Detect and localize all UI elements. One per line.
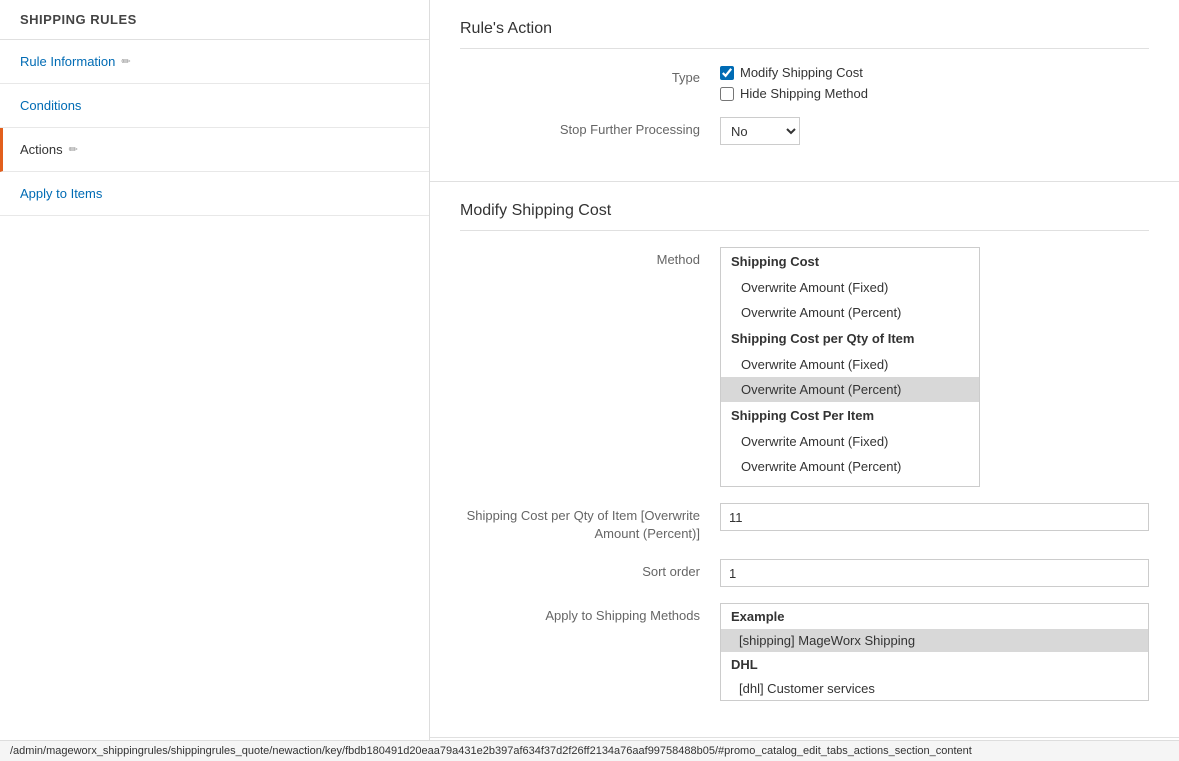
sort-order-label: Sort order — [460, 559, 720, 581]
type-label: Type — [460, 65, 720, 87]
group-shipping-cost-per-weight: Shipping Cost Per 1 Unit of Weight — [721, 479, 979, 487]
sidebar-item-conditions[interactable]: Conditions — [0, 84, 429, 128]
modify-shipping-cost-section: Modify Shipping Cost Method Shipping Cos… — [430, 182, 1179, 738]
hide-shipping-method-label: Hide Shipping Method — [740, 86, 868, 101]
stop-further-processing-select[interactable]: No Yes — [720, 117, 800, 145]
amount-field-label: Shipping Cost per Qty of Item [Overwrite… — [460, 503, 720, 543]
shipping-group-example: Example — [721, 604, 1148, 629]
sidebar-item-rule-information[interactable]: Rule Information ✏ — [0, 40, 429, 84]
method-label: Method — [460, 247, 720, 269]
sort-order-row: Sort order — [460, 559, 1149, 587]
apply-to-shipping-methods-row: Apply to Shipping Methods Example [shipp… — [460, 603, 1149, 701]
type-control: Modify Shipping Cost Hide Shipping Metho… — [720, 65, 1149, 101]
sidebar: Shipping Rules Rule Information ✏ Condit… — [0, 0, 430, 761]
sidebar-item-actions[interactable]: Actions ✏ — [0, 128, 429, 172]
sidebar-item-label: Apply to Items — [20, 186, 102, 201]
stop-further-processing-label: Stop Further Processing — [460, 117, 720, 139]
apply-to-shipping-methods-control: Example [shipping] MageWorx Shipping DHL… — [720, 603, 1149, 701]
status-bar-text: /admin/mageworx_shippingrules/shippingru… — [10, 745, 972, 757]
amount-field-control — [720, 503, 1149, 531]
stop-further-processing-control: No Yes — [720, 117, 1149, 145]
group-shipping-cost: Shipping Cost — [721, 248, 979, 275]
sidebar-item-apply-to-items[interactable]: Apply to Items — [0, 172, 429, 216]
listbox-item-selected[interactable]: Overwrite Amount (Percent) — [721, 377, 979, 402]
modify-shipping-cost-checkbox[interactable] — [720, 66, 734, 80]
stop-further-processing-select-wrapper: No Yes — [720, 117, 800, 145]
listbox-item[interactable]: Overwrite Amount (Fixed) — [721, 352, 979, 377]
shipping-group-dhl: DHL — [721, 652, 1148, 677]
rules-action-section: Rule's Action Type Modify Shipping Cost … — [430, 0, 1179, 182]
sidebar-item-label: Rule Information — [20, 54, 115, 69]
hide-shipping-method-row: Hide Shipping Method — [720, 86, 868, 101]
rules-action-title: Rule's Action — [460, 20, 1149, 49]
modify-shipping-cost-section-title: Modify Shipping Cost — [460, 202, 1149, 231]
listbox-item[interactable]: Overwrite Amount (Percent) — [721, 300, 979, 325]
method-listbox[interactable]: Shipping Cost Overwrite Amount (Fixed) O… — [720, 247, 980, 487]
listbox-item[interactable]: Overwrite Amount (Fixed) — [721, 275, 979, 300]
modify-shipping-cost-label: Modify Shipping Cost — [740, 65, 863, 80]
shipping-item[interactable]: [shipping] MageWorx Shipping — [721, 629, 1148, 652]
shipping-item[interactable]: [dhl] Customer services — [721, 677, 1148, 700]
shipping-methods-listbox[interactable]: Example [shipping] MageWorx Shipping DHL… — [720, 603, 1149, 701]
status-bar: /admin/mageworx_shippingrules/shippingru… — [0, 740, 1179, 761]
method-control: Shipping Cost Overwrite Amount (Fixed) O… — [720, 247, 1149, 487]
group-shipping-cost-per-qty: Shipping Cost per Qty of Item — [721, 325, 979, 352]
apply-to-shipping-methods-label: Apply to Shipping Methods — [460, 603, 720, 625]
edit-icon: ✏ — [121, 55, 130, 68]
group-shipping-cost-per-item: Shipping Cost Per Item — [721, 402, 979, 429]
listbox-item[interactable]: Overwrite Amount (Percent) — [721, 454, 979, 479]
modify-shipping-cost-row: Modify Shipping Cost — [720, 65, 863, 80]
sidebar-item-label: Conditions — [20, 98, 81, 113]
stop-further-processing-row: Stop Further Processing No Yes — [460, 117, 1149, 145]
edit-icon: ✏ — [69, 143, 78, 156]
sort-order-input[interactable] — [720, 559, 1149, 587]
amount-input[interactable] — [720, 503, 1149, 531]
sidebar-header: Shipping Rules — [0, 0, 429, 40]
type-row: Type Modify Shipping Cost Hide Shipping … — [460, 65, 1149, 101]
method-row: Method Shipping Cost Overwrite Amount (F… — [460, 247, 1149, 487]
sidebar-title: Shipping Rules — [20, 12, 137, 27]
hide-shipping-method-checkbox[interactable] — [720, 87, 734, 101]
listbox-item[interactable]: Overwrite Amount (Fixed) — [721, 429, 979, 454]
sort-order-control — [720, 559, 1149, 587]
sidebar-item-label: Actions — [20, 142, 63, 157]
main-content: Rule's Action Type Modify Shipping Cost … — [430, 0, 1179, 761]
amount-field-row: Shipping Cost per Qty of Item [Overwrite… — [460, 503, 1149, 543]
